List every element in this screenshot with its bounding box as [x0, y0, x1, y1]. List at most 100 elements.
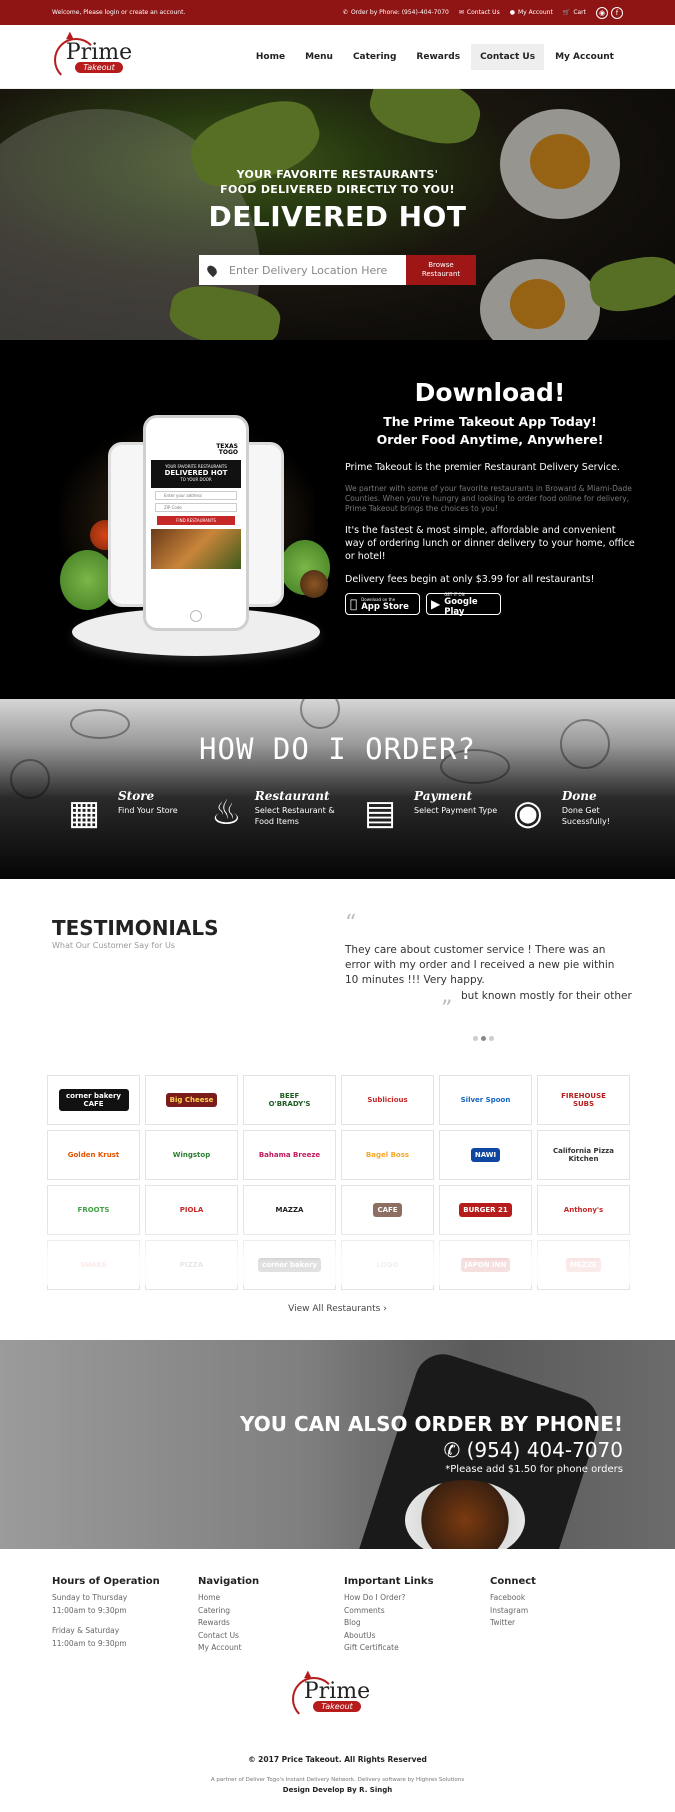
chef-hat-icon: ♨ [211, 793, 242, 833]
hero-line-1: YOUR FAVORITE RESTAURANTS' [236, 168, 439, 181]
nav-catering[interactable]: Catering [344, 44, 405, 70]
footer-navigation: Navigation Home Catering Rewards Contact… [198, 1576, 344, 1655]
testimonials-subtitle: What Our Customer Say for Us [52, 941, 175, 950]
footer-link-gift[interactable]: Gift Certificate [344, 1642, 490, 1655]
site-logo[interactable]: ▲ Prime Takeout [54, 30, 140, 82]
top-bar: Welcome, Please login or create an accou… [0, 0, 675, 25]
nav-menu[interactable]: Menu [296, 44, 342, 70]
restaurant-logo: NAWI [470, 1148, 501, 1162]
app-brand: TEXAS TOGO [216, 444, 238, 456]
footer-link-how-to-order[interactable]: How Do I Order? [344, 1592, 490, 1605]
carousel-dot-active[interactable] [481, 1036, 486, 1041]
restaurant-logo-tile[interactable]: Sublicious [341, 1075, 434, 1125]
footer-link-blog[interactable]: Blog [344, 1617, 490, 1630]
footer-link-about[interactable]: AboutUs [344, 1630, 490, 1643]
restaurant-logo-tile[interactable]: Bahama Breeze [243, 1130, 336, 1180]
download-text: Download! The Prime Takeout App Today! O… [345, 378, 635, 617]
grid-fade [0, 1225, 675, 1285]
copyright: © 2017 Price Takeout. All Rights Reserve… [248, 1755, 427, 1764]
step-desc: Done Get Sucessfully! [561, 806, 610, 826]
how-to-order-title: HOW DO I ORDER? [199, 732, 476, 766]
app-store-button[interactable]:  Download on the App Store [345, 593, 420, 615]
restaurant-logo: Big Cheese [165, 1093, 218, 1107]
download-paragraph-3: It's the fastest & most simple, affordab… [345, 525, 635, 562]
restaurants-section: corner bakery CAFE Big Cheese BEEF O'BRADY… [0, 1075, 675, 1340]
footer-hours: Hours of Operation Sunday to Thursday 11… [52, 1576, 198, 1655]
google-play-button[interactable]: ▶ GET IT ON Google Play [426, 592, 501, 617]
restaurant-logo-tile[interactable]: Big Cheese [145, 1075, 238, 1125]
restaurant-logo-tile[interactable]: California Pizza Kitchen [537, 1130, 630, 1180]
download-subtitle-2: Order Food Anytime, Anywhere! [376, 432, 604, 447]
site-header: ▲ Prime Takeout Home Menu Catering Rewar… [0, 25, 675, 89]
footer-link-facebook[interactable]: Facebook [490, 1592, 636, 1605]
cart-link[interactable]: Cart [573, 9, 586, 16]
footer-link-catering[interactable]: Catering [198, 1605, 344, 1618]
store-badges:  Download on the App Store ▶ GET IT ON … [345, 592, 635, 617]
nav-rewards[interactable]: Rewards [407, 44, 469, 70]
restaurant-logo-tile[interactable]: Wingstop [145, 1130, 238, 1180]
welcome-text[interactable]: Welcome, Please login or create an accou… [52, 9, 185, 16]
open-quote-icon: “ [345, 911, 357, 936]
facebook-icon[interactable]: f [611, 6, 623, 19]
app-hero-line-3: TO YOUR DOOR [180, 477, 212, 482]
step-title: Done [561, 789, 597, 803]
footer-link-rewards[interactable]: Rewards [198, 1617, 344, 1630]
phone-order-number[interactable]: ✆ (954) 404-7070 [240, 1438, 623, 1462]
restaurant-logo: Anthony's [559, 1203, 608, 1217]
nav-home[interactable]: Home [247, 44, 294, 70]
order-phone-link[interactable]: Order by Phone: (954)-404-7070 [351, 9, 449, 16]
nav-contact-us[interactable]: Contact Us [471, 43, 545, 70]
footer-link-comments[interactable]: Comments [344, 1605, 490, 1618]
restaurant-logo: FROOTS [73, 1203, 114, 1217]
carousel-dot[interactable] [473, 1036, 478, 1041]
download-title: Download! [414, 378, 566, 407]
food-item [300, 570, 328, 598]
cart-icon: 🛒 [562, 9, 571, 16]
logo-tagline: Takeout [313, 1701, 361, 1712]
user-icon: ● [509, 9, 515, 16]
footer-important-links: Important Links How Do I Order? Comments… [344, 1576, 490, 1655]
restaurant-logo-tile[interactable]: BEEF O'BRADY'S [243, 1075, 336, 1125]
footer-logo[interactable]: ▲ Prime Takeout [292, 1669, 378, 1721]
step-desc: Select Restaurant & Food Items [254, 806, 335, 826]
footer-link-account[interactable]: My Account [198, 1642, 344, 1655]
step-done: ◉ Done Done Get Sucessfully! [502, 789, 650, 837]
contact-link[interactable]: Contact Us [467, 9, 500, 16]
browse-label-1: Browse [428, 261, 454, 269]
app-brand-2: TOGO [218, 449, 238, 456]
phone-home-button [190, 610, 202, 622]
footer-link-instagram[interactable]: Instagram [490, 1605, 636, 1618]
app-food-image [151, 529, 241, 569]
restaurant-logo: MAZZA [271, 1203, 308, 1217]
my-account-link[interactable]: My Account [518, 9, 553, 16]
testimonial-quote-tail: but known mostly for their other [461, 990, 632, 1002]
restaurant-logo-tile[interactable]: corner bakery CAFE [47, 1075, 140, 1125]
hero-section: YOUR FAVORITE RESTAURANTS' FOOD DELIVERE… [0, 89, 675, 340]
cloche-icon: ◉ [513, 793, 543, 833]
footer-hours-title: Hours of Operation [52, 1576, 160, 1587]
restaurant-logo-tile[interactable]: Silver Spoon [439, 1075, 532, 1125]
browse-restaurant-button[interactable]: Browse Restaurant [406, 255, 476, 285]
app-hero-line-2: DELIVERED HOT [164, 469, 228, 477]
restaurant-logo: Bahama Breeze [254, 1148, 325, 1162]
download-paragraph-4: Delivery fees begin at only $3.99 for al… [345, 574, 595, 585]
restaurant-logo: FIREHOUSE SUBS [548, 1089, 619, 1111]
footer-link-contact[interactable]: Contact Us [198, 1630, 344, 1643]
restaurant-logo-tile[interactable]: NAWI [439, 1130, 532, 1180]
nav-my-account[interactable]: My Account [546, 44, 623, 70]
food-doodle [300, 699, 340, 729]
restaurant-logo-tile[interactable]: Bagel Boss [341, 1130, 434, 1180]
hours-line: 11:00am to 9:30pm [52, 1638, 127, 1648]
order-steps: ▦ Store Find Your Store ♨ Restaurant Sel… [58, 789, 650, 837]
delivery-location-input[interactable]: Enter Delivery Location Here [199, 255, 406, 285]
restaurant-logo-tile[interactable]: Golden Krust [47, 1130, 140, 1180]
step-desc: Select Payment Type [414, 806, 498, 815]
carousel-dot[interactable] [489, 1036, 494, 1041]
footer-link-twitter[interactable]: Twitter [490, 1617, 636, 1630]
tripadvisor-icon[interactable]: ◉ [596, 6, 608, 19]
footer-link-home[interactable]: Home [198, 1592, 344, 1605]
view-all-restaurants-link[interactable]: View All Restaurants › [0, 1304, 675, 1314]
close-quote-icon: ” [441, 997, 453, 1022]
restaurant-logo-tile[interactable]: FIREHOUSE SUBS [537, 1075, 630, 1125]
restaurant-logo: Wingstop [168, 1148, 215, 1162]
